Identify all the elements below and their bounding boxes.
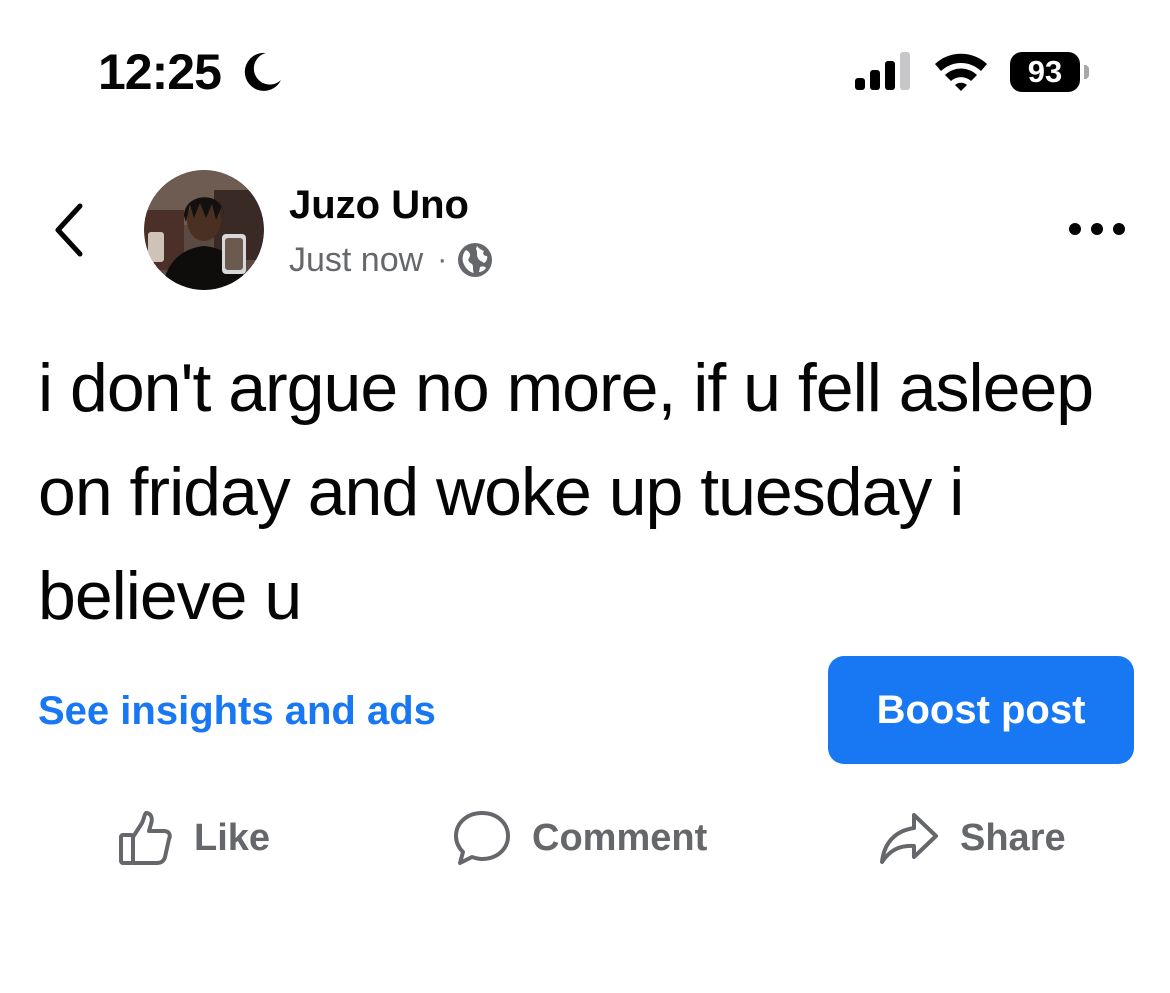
comment-label: Comment [532,816,708,859]
author-name[interactable]: Juzo Uno [289,180,469,230]
avatar[interactable] [144,170,264,290]
comment-icon [454,811,510,865]
share-icon [880,813,938,864]
share-button[interactable]: Share [878,806,1066,870]
battery-indicator: 93 [1010,52,1092,92]
thumbs-up-icon [119,811,172,865]
like-label: Like [194,816,271,859]
boost-post-button[interactable]: Boost post [828,656,1134,764]
post-meta: Just now · [289,236,493,284]
post-screen: 12:25 93 Juzo Uno Just now · i don't arg… [0,0,1170,993]
status-time: 12:25 [98,44,222,100]
post-text: i don't argue no more, if u fell asleep … [38,350,1094,634]
back-icon[interactable] [48,198,92,262]
more-options-icon[interactable] [1064,214,1130,244]
globe-icon[interactable] [457,242,493,278]
see-insights-link[interactable]: See insights and ads [38,686,436,736]
signal-icon [855,52,910,90]
comment-button[interactable]: Comment [452,806,707,870]
wifi-icon [935,53,987,91]
like-button[interactable]: Like [116,806,270,870]
battery-level: 93 [1027,54,1063,89]
moon-icon [244,52,281,91]
post-timestamp[interactable]: Just now [289,241,423,280]
share-label: Share [960,816,1066,859]
meta-separator: · [437,243,448,276]
battery-cap [1084,65,1089,79]
